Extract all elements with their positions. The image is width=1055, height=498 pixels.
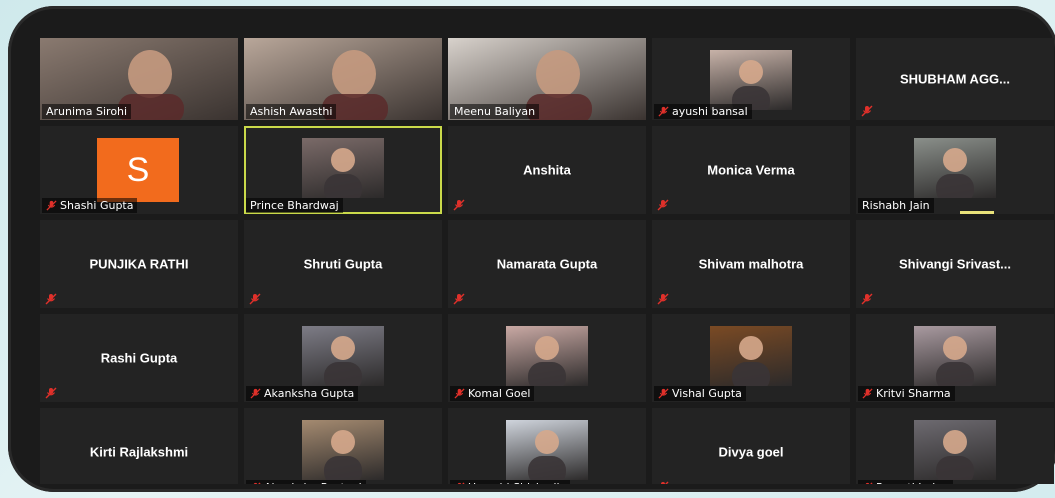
mic-muted-icon xyxy=(862,388,873,399)
participant-tile[interactable]: Shivam malhotra xyxy=(652,220,850,308)
participant-name: Prince Bhardwaj xyxy=(250,199,339,212)
participant-tile[interactable]: Monica Verma xyxy=(652,126,850,214)
mic-muted-icon xyxy=(250,388,261,399)
mic-muted-icon xyxy=(657,293,669,305)
participant-name: ayushi bansal xyxy=(672,105,748,118)
participant-name-label: Shashi Gupta xyxy=(42,198,138,213)
letter-avatar: S xyxy=(97,138,179,202)
participant-tile[interactable]: Komal Goel xyxy=(448,314,646,402)
participant-name-label: Arunima Sirohi xyxy=(42,104,132,119)
participant-tile[interactable]: ayushi bansal xyxy=(652,38,850,120)
participant-name: Kritvi Sharma xyxy=(876,387,951,400)
participant-tile[interactable]: Urvashi Shishodia xyxy=(448,408,646,484)
profile-photo xyxy=(710,50,792,110)
participant-name-label: Prince Bhardwaj xyxy=(246,198,343,213)
profile-photo xyxy=(914,420,996,480)
participant-tile[interactable]: Meenu Baliyan xyxy=(448,38,646,120)
mic-muted-icon xyxy=(249,293,261,305)
participant-tile[interactable]: Namarata Gupta xyxy=(448,220,646,308)
participant-name-label: Ashish Awasthi xyxy=(246,104,337,119)
participant-name-label: Kritvi Sharma xyxy=(858,386,955,401)
participant-name: SHUBHAM AGG... xyxy=(899,71,1011,87)
participant-tile[interactable]: Shruti Gupta xyxy=(244,220,442,308)
participant-tile[interactable]: Rishabh Jain xyxy=(856,126,1054,214)
participant-tile[interactable]: Ashish Awasthi xyxy=(244,38,442,120)
participant-tile[interactable]: Rashi Gupta xyxy=(40,314,238,402)
participant-tile[interactable]: PUNJIKA RATHI xyxy=(40,220,238,308)
participant-name: Arunima Sirohi xyxy=(46,105,128,118)
participant-name: PUNJIKA RATHI xyxy=(89,256,189,272)
participant-name-label: Akanksha Gupta xyxy=(246,386,359,401)
participant-tile[interactable]: Anshita xyxy=(448,126,646,214)
participant-name: Rishabh Jain xyxy=(862,199,930,212)
participant-tile[interactable]: Arunima Sirohi xyxy=(40,38,238,120)
participant-tile[interactable]: Prince Bhardwaj xyxy=(244,126,442,214)
participant-name: Shivam malhotra xyxy=(698,256,804,272)
mic-muted-icon xyxy=(46,200,57,211)
participant-tile[interactable]: SHUBHAM AGG... xyxy=(856,38,1054,120)
mic-muted-icon xyxy=(253,482,261,484)
participant-name-label: Rishabh Jain xyxy=(858,198,934,213)
participant-name: Meenu Baliyan xyxy=(454,105,536,118)
participant-name-label: Komal Goel xyxy=(450,386,535,401)
profile-photo xyxy=(506,420,588,480)
mic-muted-icon xyxy=(861,293,873,305)
profile-photo xyxy=(914,326,996,386)
participant-name: Akanksha Rastogi xyxy=(264,481,362,484)
mic-muted-icon xyxy=(45,387,57,399)
mic-muted-icon xyxy=(453,199,465,211)
participant-name: Rashi Gupta xyxy=(100,350,178,366)
participant-name: Shivangi Srivast... xyxy=(899,256,1011,272)
mic-muted-icon xyxy=(453,293,465,305)
participant-name: Shashi Gupta xyxy=(60,199,134,212)
mic-muted-icon xyxy=(457,482,465,484)
profile-photo xyxy=(302,420,384,480)
profile-photo xyxy=(506,326,588,386)
mic-muted-icon xyxy=(658,388,669,399)
participant-tile[interactable]: Shivangi Srivast... xyxy=(856,220,1054,308)
profile-photo xyxy=(302,326,384,386)
participant-tile[interactable]: S Shashi Gupta xyxy=(40,126,238,214)
mic-muted-icon xyxy=(454,388,465,399)
mic-muted-icon xyxy=(861,105,873,117)
participant-name-label: ayushi bansal xyxy=(654,104,752,119)
participant-name: Monica Verma xyxy=(707,162,795,178)
participant-name: Urvashi Shishodia xyxy=(468,481,566,484)
mic-muted-icon xyxy=(661,481,669,484)
participant-tile[interactable]: Kirti Rajlakshmi xyxy=(40,408,238,484)
participant-name: Namarata Gupta xyxy=(496,256,598,272)
participant-name: Komal Goel xyxy=(468,387,531,400)
participant-tile[interactable]: Akanksha Gupta xyxy=(244,314,442,402)
participant-tile[interactable]: Akanksha Rastogi xyxy=(244,408,442,484)
mic-muted-icon xyxy=(657,199,669,211)
profile-photo xyxy=(914,138,996,198)
participant-name-label: Meenu Baliyan xyxy=(450,104,540,119)
profile-photo xyxy=(710,326,792,386)
participant-gallery-grid: Arunima Sirohi Ashish Awasthi Meenu Bali… xyxy=(40,38,1055,484)
mic-muted-icon xyxy=(45,293,57,305)
participant-name: Vishal Gupta xyxy=(672,387,742,400)
participant-tile[interactable]: Kritvi Sharma xyxy=(856,314,1054,402)
participant-name-label: Pragati Jadon xyxy=(858,480,953,484)
mic-muted-icon xyxy=(865,482,873,484)
participant-name: Anshita xyxy=(523,162,571,178)
participant-name-label: Urvashi Shishodia xyxy=(450,480,571,484)
participant-tile[interactable]: Vishal Gupta xyxy=(652,314,850,402)
mic-muted-icon xyxy=(658,106,669,117)
participant-name: Divya goel xyxy=(718,444,784,460)
participant-name: Akanksha Gupta xyxy=(264,387,355,400)
participant-name: Ashish Awasthi xyxy=(250,105,333,118)
participant-name: Shruti Gupta xyxy=(303,256,383,272)
participant-name: Kirti Rajlakshmi xyxy=(89,444,189,460)
participant-tile[interactable]: Divya goel xyxy=(652,408,850,484)
profile-photo xyxy=(302,138,384,198)
participant-name: Pragati Jadon xyxy=(876,481,949,484)
participant-name-label: Akanksha Rastogi xyxy=(246,480,366,484)
meeting-window-frame: Arunima Sirohi Ashish Awasthi Meenu Bali… xyxy=(8,6,1055,492)
participant-tile[interactable]: Pragati Jadon xyxy=(856,408,1054,484)
speaking-indicator xyxy=(960,211,994,214)
participant-name-label: Vishal Gupta xyxy=(654,386,746,401)
